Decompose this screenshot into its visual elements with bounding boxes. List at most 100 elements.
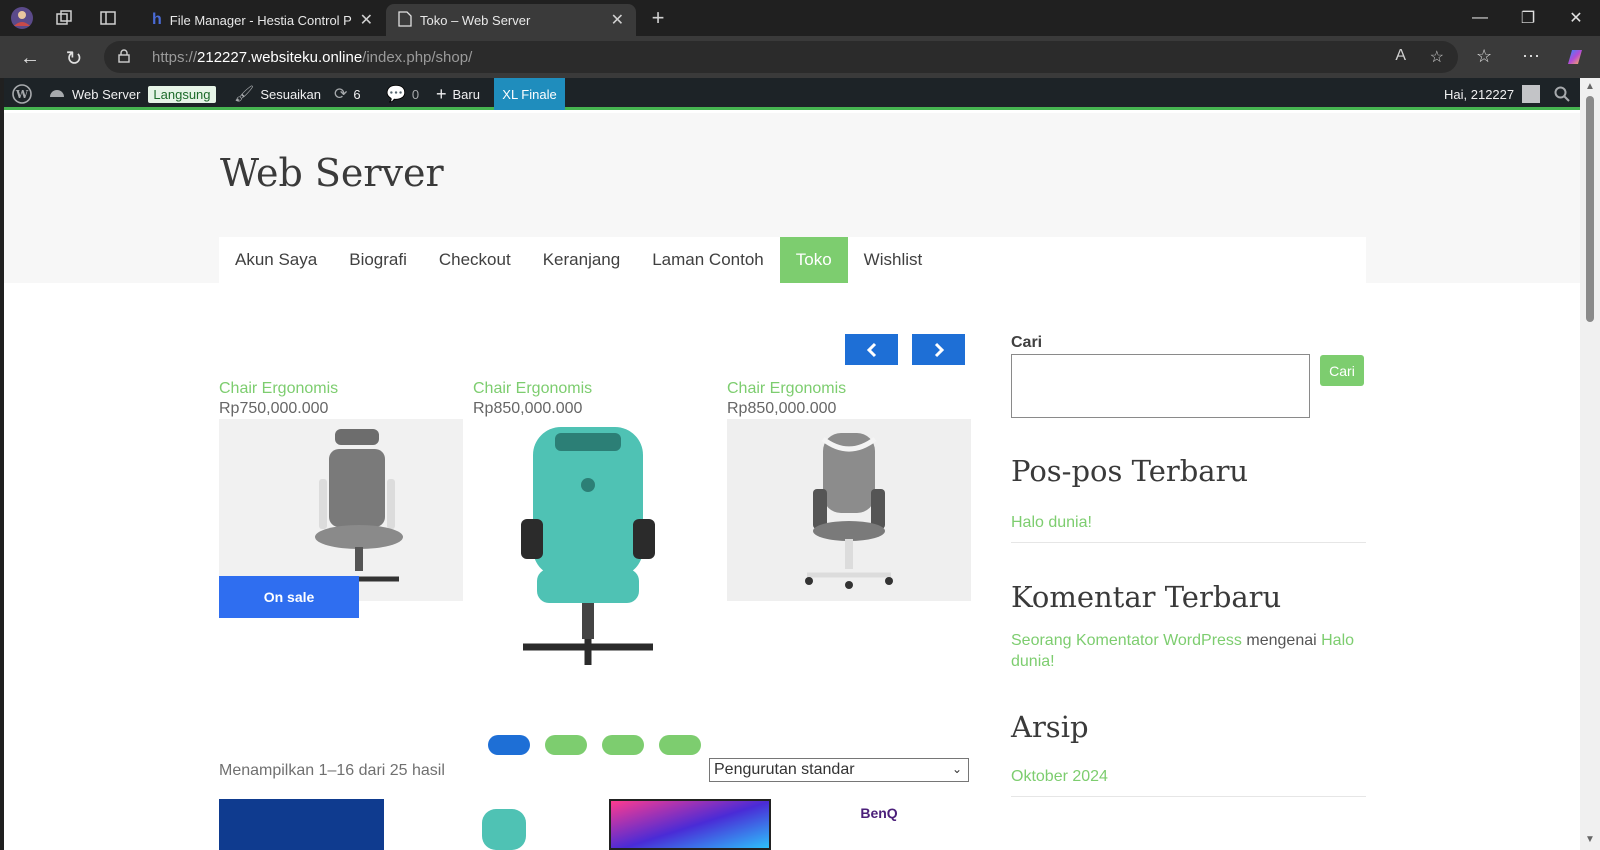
comment-author-link[interactable]: Seorang Komentator WordPress bbox=[1011, 632, 1242, 649]
dashboard-icon bbox=[48, 84, 66, 105]
refresh-icon[interactable]: ↻ bbox=[60, 44, 88, 72]
profile-avatar-icon[interactable] bbox=[10, 6, 34, 30]
admin-customize-link[interactable]: 🖌 Sesuaikan bbox=[234, 78, 321, 110]
admin-site-name: Web Server bbox=[72, 86, 141, 102]
url-text: https://212227.websiteku.online/index.ph… bbox=[152, 48, 473, 66]
product-price: Rp850,000.000 bbox=[727, 400, 837, 417]
orderby-selected: Pengurutan standar bbox=[714, 761, 855, 778]
search-input[interactable] bbox=[1011, 354, 1310, 418]
recent-comments-heading: Komentar Terbaru bbox=[1011, 580, 1282, 614]
carousel-dot[interactable] bbox=[659, 735, 701, 755]
nav-item-akun-saya[interactable]: Akun Saya bbox=[219, 237, 333, 283]
archives-heading: Arsip bbox=[1011, 710, 1089, 744]
product-name[interactable]: Chair Ergonomis bbox=[727, 380, 971, 398]
address-bar[interactable]: https://212227.websiteku.online/index.ph… bbox=[104, 41, 1458, 73]
carousel-next-button[interactable] bbox=[912, 334, 965, 365]
scroll-up-icon[interactable]: ▲ bbox=[1584, 81, 1596, 93]
tab-toko[interactable]: Toko – Web Server ✕ bbox=[386, 4, 636, 36]
brand-logo-text: BenQ bbox=[860, 805, 898, 821]
tab-title: Toko – Web Server bbox=[420, 12, 531, 28]
nav-item-toko[interactable]: Toko bbox=[779, 237, 848, 283]
scroll-down-icon[interactable]: ▼ bbox=[1584, 834, 1596, 846]
new-tab-icon[interactable]: + bbox=[646, 5, 670, 30]
orderby-select[interactable]: Pengurutan standar ⌄ bbox=[709, 758, 969, 782]
updates-icon: ⟳ bbox=[334, 86, 348, 103]
recent-post-link[interactable]: Halo dunia! bbox=[1011, 514, 1092, 532]
admin-site-link[interactable]: Web Server Langsung bbox=[48, 78, 216, 110]
product-thumbnail[interactable] bbox=[474, 799, 534, 850]
divider bbox=[1011, 796, 1366, 797]
office-chair-grey-icon[interactable] bbox=[219, 419, 463, 601]
copilot-icon[interactable] bbox=[1564, 46, 1586, 73]
favorites-icon[interactable]: ☆ bbox=[1476, 46, 1492, 67]
close-tab-icon[interactable]: ✕ bbox=[611, 10, 624, 30]
nav-item-checkout[interactable]: Checkout bbox=[423, 237, 527, 283]
back-icon[interactable]: ← bbox=[16, 44, 44, 72]
more-icon[interactable]: ⋯ bbox=[1522, 46, 1540, 67]
product-price: Rp850,000.000 bbox=[473, 400, 583, 417]
greeting: Hai, 212227 bbox=[1444, 86, 1515, 102]
admin-updates-link[interactable]: ⟳ 6 bbox=[334, 78, 361, 110]
gaming-chair-teal-icon[interactable] bbox=[473, 419, 717, 681]
page-favicon-icon bbox=[398, 10, 412, 30]
carousel-dot[interactable] bbox=[488, 735, 530, 755]
product-price: Rp750,000.000 bbox=[219, 400, 329, 417]
avatar bbox=[1522, 85, 1541, 103]
carousel-product[interactable]: Chair Ergonomis Rp750,000.000 bbox=[219, 380, 463, 601]
main-navigation: Akun Saya Biografi Checkout Keranjang La… bbox=[219, 237, 1366, 283]
product-thumbnail[interactable]: BenQ bbox=[834, 799, 924, 850]
read-aloud-icon[interactable]: A bbox=[1395, 47, 1406, 65]
chevron-down-icon: ⌄ bbox=[951, 762, 962, 776]
product-name[interactable]: Chair Ergonomis bbox=[219, 380, 463, 398]
lock-icon bbox=[118, 48, 138, 66]
product-name[interactable]: Chair Ergonomis bbox=[473, 380, 717, 398]
archive-link[interactable]: Oktober 2024 bbox=[1011, 768, 1108, 786]
comments-count: 0 bbox=[411, 86, 420, 102]
svg-text:W: W bbox=[15, 88, 29, 101]
recent-posts-heading: Pos-pos Terbaru bbox=[1011, 454, 1249, 488]
nav-item-keranjang[interactable]: Keranjang bbox=[527, 237, 637, 283]
carousel-product[interactable]: Chair Ergonomis Rp850,000.000 bbox=[473, 380, 717, 681]
comment-icon: 💬 bbox=[386, 86, 406, 103]
nav-item-biografi[interactable]: Biografi bbox=[333, 237, 423, 283]
close-window-icon[interactable]: ✕ bbox=[1556, 6, 1596, 30]
hestia-favicon-icon: h bbox=[152, 11, 162, 28]
nav-item-wishlist[interactable]: Wishlist bbox=[848, 237, 939, 283]
xl-finale-menu[interactable]: XL Finale bbox=[494, 78, 565, 110]
page-viewport: W Web Server Langsung 🖌 Sesuaikan ⟳ 6 💬 … bbox=[4, 78, 1580, 850]
product-thumbnail[interactable] bbox=[609, 799, 771, 850]
search-button[interactable]: Cari bbox=[1320, 355, 1364, 386]
comment-on-text: mengenai bbox=[1246, 632, 1317, 649]
close-tab-icon[interactable]: ✕ bbox=[360, 10, 373, 30]
paintbrush-icon: 🖌 bbox=[234, 86, 255, 103]
site-header: Web Server Akun Saya Biografi Checkout K… bbox=[4, 113, 1580, 283]
carousel-pagination bbox=[488, 735, 701, 755]
result-count: Menampilkan 1–16 dari 25 hasil bbox=[219, 762, 445, 779]
restore-icon[interactable]: ❐ bbox=[1508, 6, 1548, 30]
admin-new-link[interactable]: + Baru bbox=[436, 78, 480, 110]
site-title[interactable]: Web Server bbox=[220, 151, 444, 195]
carousel-dot[interactable] bbox=[545, 735, 587, 755]
admin-search-icon[interactable] bbox=[1554, 78, 1570, 110]
browser-tab-bar: h File Manager - Hestia Control Pan ✕ To… bbox=[0, 0, 1600, 36]
tab-file-manager[interactable]: h File Manager - Hestia Control Pan ✕ bbox=[140, 4, 385, 36]
admin-comments-link[interactable]: 💬 0 bbox=[386, 78, 419, 110]
plus-icon: + bbox=[436, 83, 447, 104]
wordpress-logo-icon[interactable]: W bbox=[12, 78, 32, 110]
updates-count: 6 bbox=[353, 86, 361, 102]
product-thumbnail[interactable] bbox=[219, 799, 384, 850]
carousel-product[interactable]: Chair Ergonomis Rp850,000.000 bbox=[727, 380, 971, 601]
minimize-icon[interactable]: — bbox=[1460, 6, 1500, 30]
office-chair-back-icon[interactable] bbox=[727, 419, 971, 601]
carousel-prev-button[interactable] bbox=[845, 334, 898, 365]
admin-account-link[interactable]: Hai, 212227 bbox=[1444, 78, 1541, 110]
page-scrollbar[interactable]: ▲ ▼ bbox=[1580, 78, 1600, 850]
nav-item-laman-contoh[interactable]: Laman Contoh bbox=[636, 237, 780, 283]
new-label: Baru bbox=[452, 86, 480, 102]
wp-admin-bar: W Web Server Langsung 🖌 Sesuaikan ⟳ 6 💬 … bbox=[4, 78, 1580, 110]
carousel-dot[interactable] bbox=[602, 735, 644, 755]
workspaces-icon[interactable] bbox=[52, 6, 76, 30]
favorite-star-icon[interactable]: ☆ bbox=[1430, 47, 1444, 67]
tab-actions-icon[interactable] bbox=[96, 6, 120, 30]
scrollbar-thumb[interactable] bbox=[1586, 96, 1594, 322]
